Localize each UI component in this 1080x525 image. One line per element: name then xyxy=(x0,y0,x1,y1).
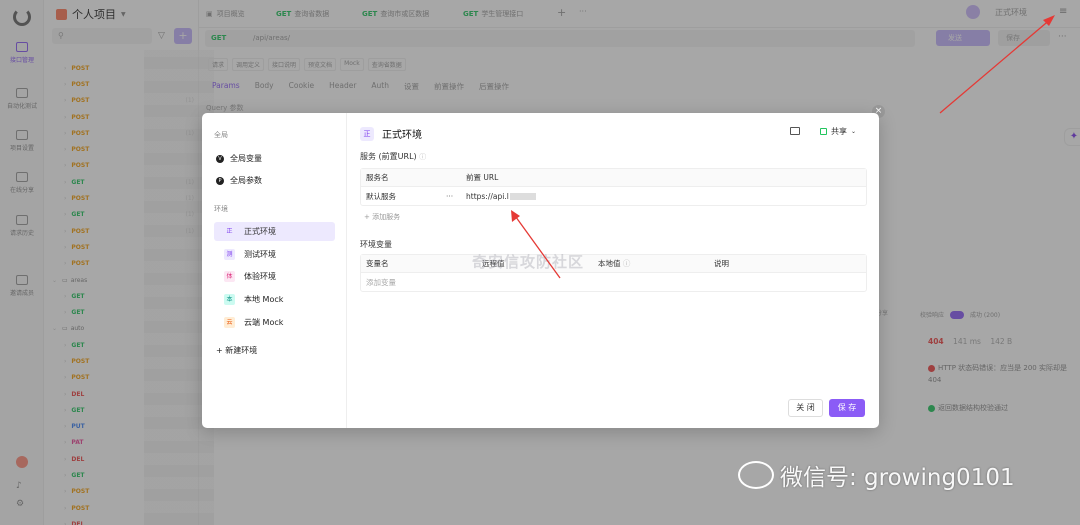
doc-icon[interactable] xyxy=(790,127,800,135)
service-url[interactable]: https://api.l xyxy=(461,192,536,201)
variable-table: 变量名 远程值 本地值 ⓘ 说明 添加变量 xyxy=(360,254,867,292)
new-env-button[interactable]: + 新建环境 xyxy=(216,345,257,356)
env-name[interactable]: 正式环境 xyxy=(382,126,422,141)
env-badge: 正 xyxy=(360,126,374,141)
param-icon: P xyxy=(216,176,224,185)
env-item-0[interactable]: 正正式环境 xyxy=(214,222,335,241)
service-label: 服务 (前置URL) ⓘ xyxy=(360,152,427,161)
wechat-icon xyxy=(738,461,774,489)
env-badge: 体 xyxy=(224,271,235,283)
env-item-3[interactable]: 本本地 Mock xyxy=(214,290,335,309)
global-vars-item[interactable]: V 全局变量 xyxy=(216,153,262,164)
env-badge: 本 xyxy=(224,294,235,306)
variable-icon: V xyxy=(216,154,224,163)
env-badge: 云 xyxy=(224,316,235,328)
env-item-1[interactable]: 测测试环境 xyxy=(214,245,335,264)
add-service-button[interactable]: + 添加服务 xyxy=(364,212,400,222)
wechat-watermark: 微信号: growing0101 xyxy=(738,458,1015,492)
env-item-2[interactable]: 体体验环境 xyxy=(214,267,335,286)
env-badge: 正 xyxy=(224,226,235,237)
envvar-label: 环境变量 xyxy=(360,240,392,249)
save-button[interactable]: 保 存 xyxy=(829,399,865,417)
add-variable-input[interactable]: 添加变量 xyxy=(361,277,396,288)
env-detail: 正 正式环境 共享 ⌄ 服务 (前置URL) ⓘ 服务名 前置 URL 默认服务… xyxy=(348,113,879,428)
redacted xyxy=(509,193,536,200)
env-label: 环境 xyxy=(214,205,228,213)
info-icon[interactable]: ⓘ xyxy=(419,153,426,161)
close-button[interactable]: 关 闭 xyxy=(788,399,823,417)
share-button[interactable]: 共享 ⌄ xyxy=(820,126,856,137)
env-item-4[interactable]: 云云端 Mock xyxy=(214,313,335,332)
chevron-down-icon: ⌄ xyxy=(851,128,857,135)
service-table: 服务名 前置 URL 默认服务 ··· https://api.l xyxy=(360,168,867,206)
lock-icon xyxy=(820,128,827,135)
env-title: 正 正式环境 xyxy=(360,126,422,141)
table-row: 添加变量 xyxy=(361,273,866,291)
table-row: 默认服务 ··· https://api.l xyxy=(361,187,866,205)
global-params-item[interactable]: P 全局参数 xyxy=(216,175,262,186)
env-sidebar: 全局 V 全局变量 P 全局参数 环境 正正式环境测测试环境体体验环境本本地 Moc… xyxy=(202,113,347,428)
service-name[interactable]: 默认服务 xyxy=(361,191,446,202)
info-icon[interactable]: ⓘ xyxy=(623,259,631,268)
more-icon[interactable]: ··· xyxy=(446,192,461,201)
watermark: 奇安信攻防社区 xyxy=(472,253,585,271)
env-badge: 测 xyxy=(224,248,235,260)
global-label: 全局 xyxy=(214,131,228,139)
environment-modal: 全局 V 全局变量 P 全局参数 环境 正正式环境测测试环境体体验环境本本地 Moc… xyxy=(202,113,879,428)
